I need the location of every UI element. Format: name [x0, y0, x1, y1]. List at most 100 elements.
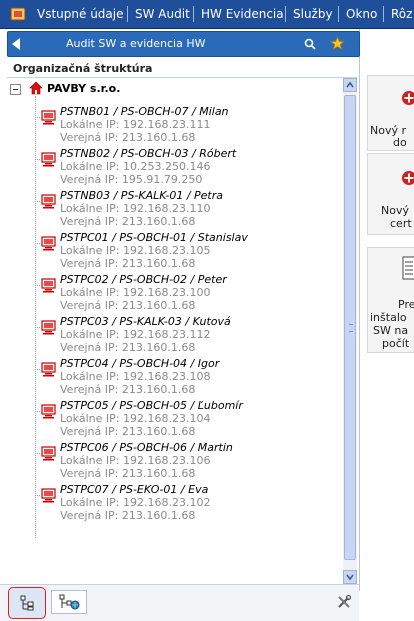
scroll-up-button[interactable]	[343, 78, 357, 92]
main-menu-bar: Vstupné údaje SW Audit HW Evidencia Služ…	[0, 0, 414, 29]
network-tree-icon	[59, 594, 80, 610]
org-structure-label: Organizačná štruktúra	[13, 62, 153, 75]
tree-branch-line	[35, 285, 40, 286]
collapse-toggle-icon[interactable]	[10, 84, 21, 95]
tree-branch-line	[35, 411, 40, 412]
back-arrow-icon[interactable]	[12, 38, 20, 50]
menu-item-okno[interactable]: Okno	[346, 7, 377, 21]
local-ip-label: Lokálne IP:	[60, 118, 120, 131]
local-ip-label: Lokálne IP:	[60, 244, 120, 257]
app-logo-icon	[10, 7, 26, 21]
computer-node[interactable]: PSTPC02 / PS-OBCH-02 / Peter Lokálne IP: …	[35, 271, 335, 313]
local-ip-value: 192.168.23.110	[122, 202, 211, 215]
computer-name: PSTPC06 / PS-OBCH-06 / Martin	[60, 441, 233, 454]
computer-icon	[41, 404, 56, 419]
tree-branch-line	[35, 327, 40, 328]
computer-name: PSTNB03 / PS-KALK-01 / Petra	[60, 189, 224, 202]
computer-node[interactable]: PSTNB03 / PS-KALK-01 / Petra Lokálne IP: …	[35, 187, 335, 229]
public-ip-value: 213.160.1.68	[121, 425, 196, 438]
computer-name: PSTPC03 / PS-KALK-03 / Kutová	[60, 315, 231, 328]
public-ip-label: Verejná IP:	[60, 173, 119, 186]
public-ip: Verejná IP: 213.160.1.68	[60, 509, 195, 522]
public-ip: Verejná IP: 195.91.79.250	[60, 173, 202, 186]
public-ip-label: Verejná IP:	[60, 299, 119, 312]
local-ip: Lokálne IP: 192.168.23.110	[60, 202, 210, 215]
computer-node[interactable]: PSTNB01 / PS-OBCH-07 / Milan Lokálne IP: …	[35, 103, 335, 145]
local-ip-label: Lokálne IP:	[60, 412, 120, 425]
tree-branch-line	[35, 159, 40, 160]
computer-node[interactable]: PSTPC04 / PS-OBCH-04 / Igor Lokálne IP: 1…	[35, 355, 335, 397]
local-ip-value: 192.168.23.108	[122, 370, 211, 383]
chevron-down-icon	[346, 574, 354, 581]
computer-node[interactable]: PSTPC06 / PS-OBCH-06 / Martin Lokálne IP:…	[35, 439, 335, 481]
tree-branch-line	[35, 201, 40, 202]
computer-icon	[41, 152, 56, 167]
computer-icon	[41, 110, 56, 125]
public-ip: Verejná IP: 213.160.1.68	[60, 215, 195, 228]
menu-item-sw-audit[interactable]: SW Audit	[135, 7, 190, 21]
public-ip-label: Verejná IP:	[60, 341, 119, 354]
menu-item-vstupne-udaje[interactable]: Vstupné údaje	[37, 7, 123, 21]
tools-icon[interactable]	[336, 594, 352, 610]
public-ip-value: 213.160.1.68	[121, 467, 196, 480]
add-icon	[402, 171, 414, 185]
computer-name: PSTPC01 / PS-OBCH-01 / Stanislav	[60, 231, 248, 244]
local-ip-label: Lokálne IP:	[60, 370, 120, 383]
menu-item-hw-evidencia[interactable]: HW Evidencia	[201, 7, 284, 21]
panel-title-bar: Audit SW a evidencia HW	[7, 31, 360, 57]
tree-view-icon	[20, 595, 34, 611]
public-ip-label: Verejná IP:	[60, 425, 119, 438]
local-ip: Lokálne IP: 192.168.23.100	[60, 286, 210, 299]
public-ip: Verejná IP: 213.160.1.68	[60, 131, 195, 144]
local-ip: Lokálne IP: 192.168.23.105	[60, 244, 210, 257]
computer-name: PSTPC05 / PS-OBCH-05 / Ľubomír	[60, 399, 243, 412]
tree-view-tab[interactable]	[8, 587, 46, 619]
card-label-line: do	[393, 136, 407, 149]
local-ip: Lokálne IP: 10.253.250.146	[60, 160, 210, 173]
right-panel: Nový r do Nový cert Pre inštalo SW na po…	[360, 29, 414, 591]
computer-name: PSTNB02 / PS-OBCH-03 / Róbert	[60, 147, 237, 160]
computer-node[interactable]: PSTPC01 / PS-OBCH-01 / Stanislav Lokálne …	[35, 229, 335, 271]
org-tree: PAVBY s.r.o. PSTNB01 / PS-OBCH-07 / Mila…	[7, 78, 343, 550]
chevron-up-icon	[346, 81, 354, 88]
computer-name: PSTPC04 / PS-OBCH-04 / Igor	[60, 357, 220, 370]
computer-node[interactable]: PSTPC05 / PS-OBCH-05 / Ľubomír Lokálne IP…	[35, 397, 335, 439]
panel-title: Audit SW a evidencia HW	[66, 37, 206, 50]
new-certificate-card[interactable]: Nový cert	[367, 153, 414, 235]
computer-node[interactable]: PSTNB02 / PS-OBCH-03 / Róbert Lokálne IP:…	[35, 145, 335, 187]
public-ip: Verejná IP: 213.160.1.68	[60, 383, 195, 396]
home-icon	[29, 81, 43, 95]
local-ip-label: Lokálne IP:	[60, 454, 120, 467]
favorite-star-icon[interactable]	[330, 36, 345, 51]
public-ip-label: Verejná IP:	[60, 509, 119, 522]
vertical-scrollbar[interactable]	[343, 78, 357, 584]
tree-branch-line	[35, 369, 40, 370]
network-view-tab[interactable]	[51, 590, 87, 614]
menu-separator	[383, 6, 384, 22]
local-ip-value: 192.168.23.106	[122, 454, 211, 467]
public-ip: Verejná IP: 213.160.1.68	[60, 425, 195, 438]
local-ip-value: 192.168.23.111	[122, 118, 211, 131]
computer-icon	[41, 320, 56, 335]
local-ip-value: 10.253.250.146	[122, 160, 211, 173]
menu-item-sluzby[interactable]: Služby	[293, 7, 333, 21]
list-icon	[402, 256, 414, 280]
computer-icon	[41, 362, 56, 377]
menu-item-roz[interactable]: Rôz	[391, 7, 412, 21]
public-ip-label: Verejná IP:	[60, 257, 119, 270]
local-ip-value: 192.168.23.104	[122, 412, 211, 425]
public-ip-label: Verejná IP:	[60, 467, 119, 480]
public-ip-label: Verejná IP:	[60, 215, 119, 228]
public-ip-value: 213.160.1.68	[121, 257, 196, 270]
search-icon[interactable]	[303, 37, 317, 51]
bottom-toolbar	[0, 584, 359, 621]
computer-node[interactable]: PSTPC03 / PS-KALK-03 / Kutová Lokálne IP:…	[35, 313, 335, 355]
local-ip: Lokálne IP: 192.168.23.111	[60, 118, 210, 131]
card-label-line: SW na	[373, 324, 409, 337]
computer-node[interactable]: PSTPC07 / PS-EKO-01 / Eva Lokálne IP: 192…	[35, 481, 335, 523]
scroll-down-button[interactable]	[343, 570, 357, 584]
scroll-thumb[interactable]	[344, 95, 356, 560]
installed-sw-card[interactable]: Pre inštalo SW na počít	[367, 247, 414, 353]
new-record-card[interactable]: Nový r do	[367, 75, 414, 151]
local-ip-value: 192.168.23.105	[122, 244, 211, 257]
